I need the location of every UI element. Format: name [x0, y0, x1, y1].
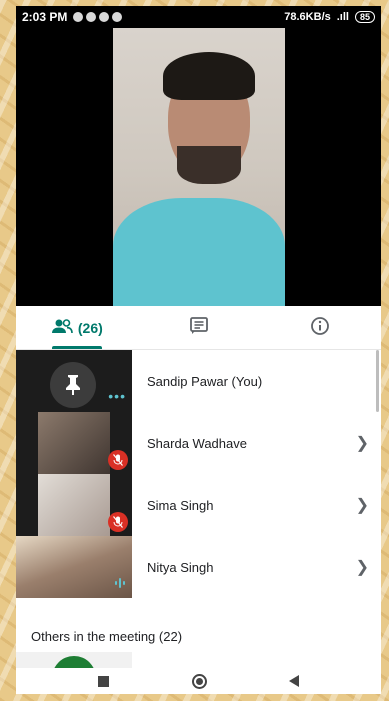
more-options-icon[interactable]: ••• [108, 388, 126, 404]
tab-info[interactable] [259, 306, 381, 349]
participant-row[interactable]: Nitya Singh ❯ [16, 536, 381, 598]
back-icon[interactable] [288, 675, 299, 687]
others-in-meeting-heading: Others in the meeting (22) [31, 628, 183, 644]
notification-icon [99, 12, 110, 22]
chevron-right-icon[interactable]: ❯ [356, 536, 369, 598]
home-icon[interactable] [191, 673, 207, 689]
participant-name: Nitya Singh [147, 559, 214, 575]
tab-chat[interactable] [138, 306, 260, 349]
participant-list[interactable]: ••• Sandip Pawar (You) Sharda Wadhave ❯ … [16, 350, 381, 668]
participant-tile [16, 536, 132, 598]
speaking-indicator-icon [114, 577, 126, 592]
participant-name: Sima Singh [147, 497, 214, 513]
people-count: (26) [77, 319, 103, 336]
mic-off-icon [108, 450, 128, 470]
people-icon [51, 318, 73, 337]
participant-tile [16, 412, 132, 474]
meet-screen: 2:03 PM 78.6KB/s .ıll 85 (26) ••• Sandip… [16, 6, 381, 694]
recents-icon[interactable] [98, 675, 110, 687]
participant-tile: ••• [16, 350, 132, 412]
chat-icon [189, 316, 209, 339]
notification-icon [73, 12, 84, 22]
pin-icon[interactable] [50, 362, 96, 408]
network-speed: 78.6KB/s [284, 11, 331, 23]
participant-row[interactable]: ••• Sandip Pawar (You) [16, 350, 381, 412]
chevron-right-icon[interactable]: ❯ [356, 412, 369, 474]
chevron-right-icon[interactable]: ❯ [356, 474, 369, 536]
participant-video-thumbnail [38, 412, 110, 474]
participant-row[interactable]: Sharda Wadhave ❯ [16, 412, 381, 474]
participant-video-thumbnail [38, 474, 110, 536]
speaker-video-feed [113, 28, 285, 306]
status-time: 2:03 PM [22, 10, 68, 24]
main-video[interactable] [16, 28, 381, 306]
signal-icon: .ıll [336, 11, 349, 23]
notification-icon [112, 12, 123, 22]
tab-people[interactable]: (26) [16, 306, 138, 349]
mic-off-icon [108, 512, 128, 532]
tab-bar: (26) [16, 306, 381, 350]
participant-tile [16, 474, 132, 536]
android-nav-bar [16, 668, 381, 694]
battery-icon: 85 [354, 11, 375, 23]
avatar[interactable] [16, 652, 132, 668]
notification-icon [86, 12, 97, 22]
info-icon [310, 316, 330, 339]
participant-name: Sandip Pawar (You) [147, 373, 263, 389]
notification-icons [73, 12, 123, 22]
participant-row[interactable]: Sima Singh ❯ [16, 474, 381, 536]
status-bar: 2:03 PM 78.6KB/s .ıll 85 [16, 6, 381, 28]
participant-name: Sharda Wadhave [147, 435, 247, 451]
